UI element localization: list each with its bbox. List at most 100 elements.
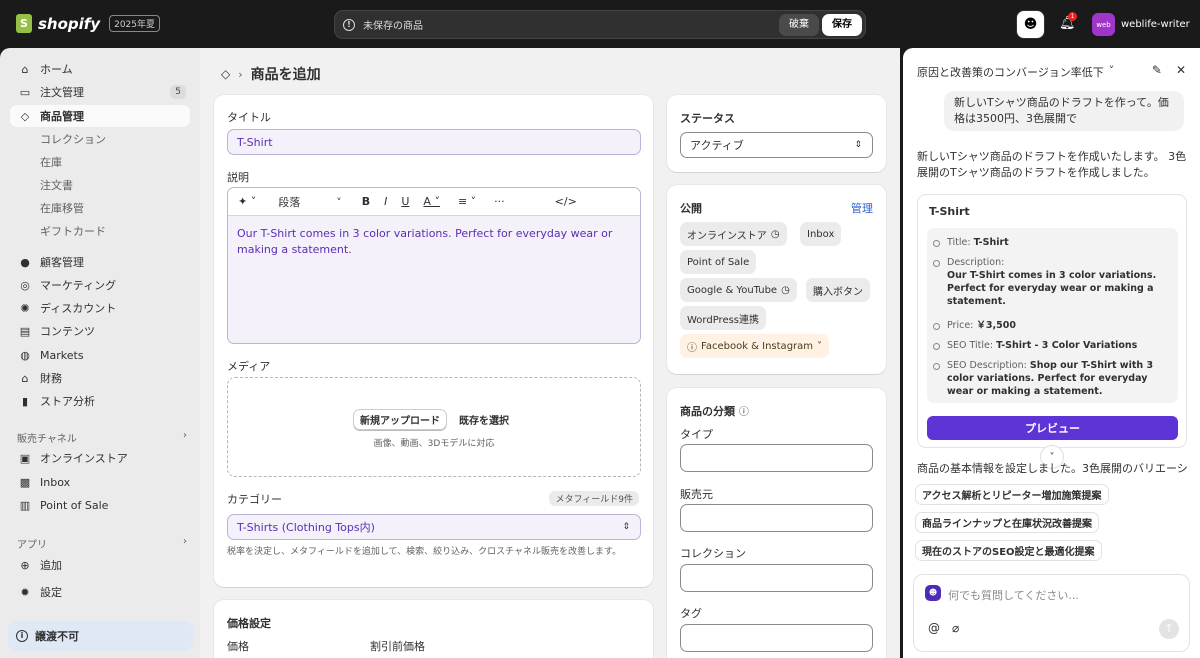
suggestion-chip[interactable]: 商品ラインナップと在庫状況改善提案	[915, 512, 1099, 533]
title-field[interactable]: T-Shirt	[227, 129, 641, 155]
channel-pill-wordpress[interactable]: WordPress連携	[680, 306, 767, 330]
sidebar-item-label: 追加	[40, 559, 62, 572]
apps-heading[interactable]: アプリ ›	[17, 536, 187, 551]
tags-input[interactable]	[680, 624, 873, 652]
bold-icon[interactable]: B	[362, 195, 370, 208]
pos-icon: ▥	[19, 498, 31, 512]
channel-pill-facebook-instagram[interactable]: ⓘ Facebook & Instagram ˅	[680, 334, 830, 358]
suggestion-chip[interactable]: アクセス解析とリピーター増加施策提案	[915, 484, 1109, 505]
manage-link[interactable]: 管理	[851, 200, 873, 216]
send-button[interactable]: ↑	[1159, 619, 1179, 639]
more-icon[interactable]: ···	[494, 195, 505, 208]
code-icon[interactable]: </>	[555, 195, 577, 208]
sidebar-item-customers[interactable]: ● 顧客管理	[10, 251, 190, 273]
sidebar-item-label: コンテンツ	[40, 325, 95, 338]
channel-pill-online-store[interactable]: オンラインストア ◷	[680, 222, 787, 246]
schedule-icon: ◷	[770, 228, 780, 240]
pricing-card: 価格設定 価格 割引前価格	[214, 600, 653, 658]
sidekick-button[interactable]: ☻	[1016, 10, 1045, 39]
tag-icon[interactable]: ◇	[221, 67, 230, 81]
sidebar-item-markets[interactable]: ◍ Markets	[10, 344, 190, 366]
conversation-title[interactable]: 原因と改善策のコンバージョン率低下 ˅	[917, 64, 1114, 80]
store-menu[interactable]: web weblife-writer	[1092, 13, 1190, 36]
product-details-card: タイトル T-Shirt 説明 ✦ ˅ 段落 ˅ B I U A ˅ ≡ ˅ ··…	[214, 95, 653, 587]
close-icon[interactable]: ✕	[1176, 63, 1186, 77]
sidebar-item-finance[interactable]: ⌂ 財務	[10, 367, 190, 389]
type-input[interactable]	[680, 444, 873, 472]
sales-channels-heading[interactable]: 販売チャネル ›	[17, 430, 187, 445]
chat-input-box[interactable]: ☻ 何でも質問してください... @ ⌀ ↑	[913, 574, 1190, 652]
channel-pill-google-youtube[interactable]: Google & YouTube ◷	[680, 278, 797, 302]
new-chat-icon[interactable]: ✎	[1152, 63, 1162, 77]
media-dropzone[interactable]: 新規アップロード 既存を選択 画像、動画、3Dモデルに対応	[227, 377, 641, 477]
plus-circle-icon: ⊕	[20, 558, 30, 572]
status-select[interactable]: アクティブ ⇕	[680, 132, 873, 158]
discard-button[interactable]: 破棄	[779, 14, 819, 36]
channel-label: Inbox	[807, 228, 835, 240]
non-transferable-notice[interactable]: i 譲渡不可	[8, 621, 193, 651]
main-content: ◇ › 商品を追加 タイトル T-Shirt 説明 ✦ ˅ 段落 ˅ B I U …	[200, 48, 900, 658]
channel-pill-buy-button[interactable]: 購入ボタン	[806, 278, 870, 302]
chevron-right-icon: ›	[183, 536, 187, 547]
assistant-reply: 新しいTシャツ商品のドラフトを作成いたします。 3色展開のTシャツ商品のドラフト…	[917, 150, 1187, 179]
publishing-heading: 公開	[680, 202, 702, 215]
description-editor[interactable]: ✦ ˅ 段落 ˅ B I U A ˅ ≡ ˅ ··· </> Our T-Shir…	[227, 187, 641, 344]
sidebar-item-add-app[interactable]: ⊕ 追加	[10, 554, 190, 576]
sidebar-item-collections[interactable]: コレクション	[10, 128, 190, 150]
sidebar-item-pos[interactable]: ▥ Point of Sale	[10, 494, 190, 516]
sidebar-item-transfers[interactable]: 在庫移管	[10, 197, 190, 219]
sidekick-avatar-icon: ☻	[925, 585, 941, 601]
sidebar-item-home[interactable]: ⌂ ホーム	[10, 58, 190, 80]
info-icon[interactable]: ⓘ	[739, 407, 749, 418]
metafield-badge[interactable]: メタフィールド9件	[549, 491, 639, 506]
preview-button[interactable]: プレビュー	[927, 416, 1178, 440]
product-draft-card: T-Shirt Title: T-Shirt Description: Our T…	[917, 194, 1187, 448]
italic-icon[interactable]: I	[384, 195, 387, 208]
collections-input[interactable]	[680, 564, 873, 592]
organization-heading-text: 商品の分類	[680, 405, 735, 418]
channel-pill-pos[interactable]: Point of Sale	[680, 250, 757, 274]
sidebar-item-settings[interactable]: ✹ 設定	[10, 581, 190, 603]
sidebar-item-inventory[interactable]: 在庫	[10, 151, 190, 173]
sidebar-item-analytics[interactable]: ▮ ストア分析	[10, 390, 190, 412]
save-button[interactable]: 保存	[822, 14, 862, 36]
status-card: ステータス アクティブ ⇕	[667, 95, 886, 172]
discount-icon: ✺	[20, 301, 30, 315]
draft-field-seo-title: SEO Title: T-Shirt - 3 Color Variations	[933, 339, 1175, 352]
sidebar-item-discounts[interactable]: ✺ ディスカウント	[10, 297, 190, 319]
select-existing-button[interactable]: 既存を選択	[453, 409, 515, 430]
channel-label: Facebook & Instagram	[701, 340, 814, 352]
mention-icon[interactable]: @	[928, 621, 940, 635]
top-bar: S shopify 2025年夏 ! 未保存の商品 破棄 保存 ☻ 🔔︎ 1 w…	[0, 0, 1200, 48]
sidebar-item-inbox[interactable]: ▩ Inbox	[10, 471, 190, 493]
upload-new-button[interactable]: 新規アップロード	[353, 409, 447, 430]
category-label: カテゴリー	[227, 493, 282, 506]
channel-pill-inbox[interactable]: Inbox	[800, 222, 842, 246]
ai-magic-icon[interactable]: ✦ ˅	[238, 195, 256, 208]
vendor-input[interactable]	[680, 504, 873, 532]
publishing-card: 公開 管理 オンラインストア ◷ Inbox Point of Sale Goog…	[667, 185, 886, 374]
sidebar-item-label: ディスカウント	[40, 302, 117, 315]
underline-icon[interactable]: U	[401, 195, 409, 208]
sidebar-item-gift-cards[interactable]: ギフトカード	[10, 220, 190, 242]
alert-icon: !	[343, 18, 355, 31]
globe-icon: ◍	[20, 348, 30, 362]
sidebar-item-label: 顧客管理	[40, 256, 84, 269]
shopify-logo[interactable]: S shopify 2025年夏	[16, 14, 161, 33]
attach-icon[interactable]: ⌀	[952, 621, 959, 635]
text-color-icon[interactable]: A ˅	[423, 195, 440, 208]
paragraph-select[interactable]: 段落 ˅	[278, 194, 342, 210]
category-select[interactable]: T-Shirts (Clothing Tops内) ⇕	[227, 514, 641, 540]
sidebar-item-orders[interactable]: ▭ 注文管理 5	[10, 81, 190, 103]
chevron-right-icon: ›	[183, 430, 187, 441]
notifications-button[interactable]: 🔔︎ 1	[1059, 12, 1077, 31]
sidebar-item-purchase-orders[interactable]: 注文書	[10, 174, 190, 196]
sidebar-item-online-store[interactable]: ▣ オンラインストア	[10, 447, 190, 469]
sidebar-item-content[interactable]: ▤ コンテンツ	[10, 320, 190, 342]
media-label: メディア	[227, 360, 271, 373]
sidebar-item-products[interactable]: ◇ 商品管理	[10, 105, 190, 127]
suggestion-chip[interactable]: 現在のストアのSEO設定と最適化提案	[915, 540, 1102, 561]
sidebar-item-marketing[interactable]: ◎ マーケティング	[10, 274, 190, 296]
category-note: 税率を決定し、メタフィールドを追加して、検索、絞り込み、クロスチャネル販売を改善…	[227, 547, 622, 557]
align-icon[interactable]: ≡ ˅	[458, 195, 476, 208]
